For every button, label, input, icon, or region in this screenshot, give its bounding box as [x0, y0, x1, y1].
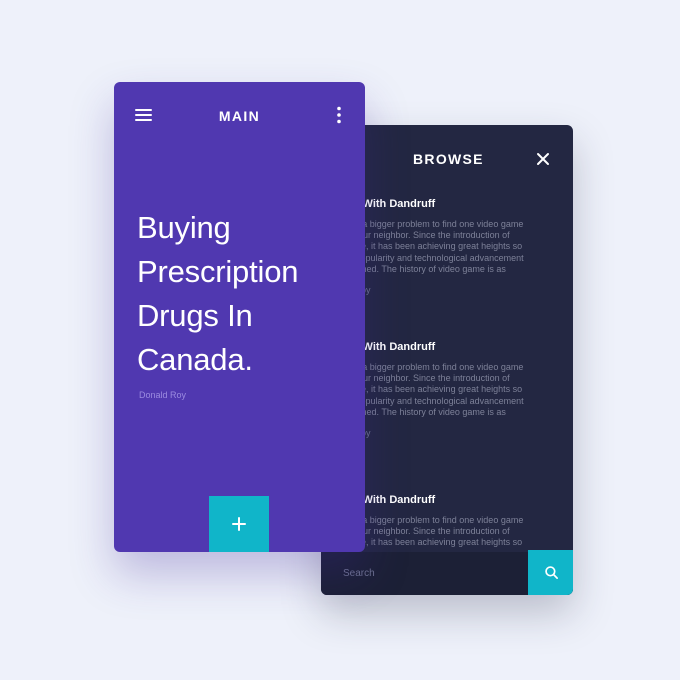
close-icon — [537, 153, 549, 165]
article-headline: Buying Prescription Drugs In Canada. — [137, 206, 352, 382]
search-bar — [321, 550, 573, 595]
close-button[interactable] — [533, 149, 553, 169]
search-icon — [545, 566, 558, 579]
page-title: MAIN — [218, 108, 261, 124]
article-author: Donald Roy — [139, 390, 187, 400]
headline-line: Prescription — [137, 254, 299, 289]
headline-line: Drugs In — [137, 298, 253, 333]
plus-icon — [232, 517, 246, 531]
more-vertical-icon — [337, 106, 341, 124]
main-panel: MAIN Buying Prescription Drugs In Canada… — [114, 82, 365, 552]
more-options-button[interactable] — [332, 105, 346, 125]
headline-line: Canada. — [137, 342, 253, 377]
search-button[interactable] — [528, 550, 573, 595]
add-button[interactable] — [209, 496, 269, 552]
search-input[interactable] — [321, 552, 529, 595]
browse-title: BROWSE — [413, 151, 484, 167]
headline-line: Buying — [137, 210, 231, 245]
